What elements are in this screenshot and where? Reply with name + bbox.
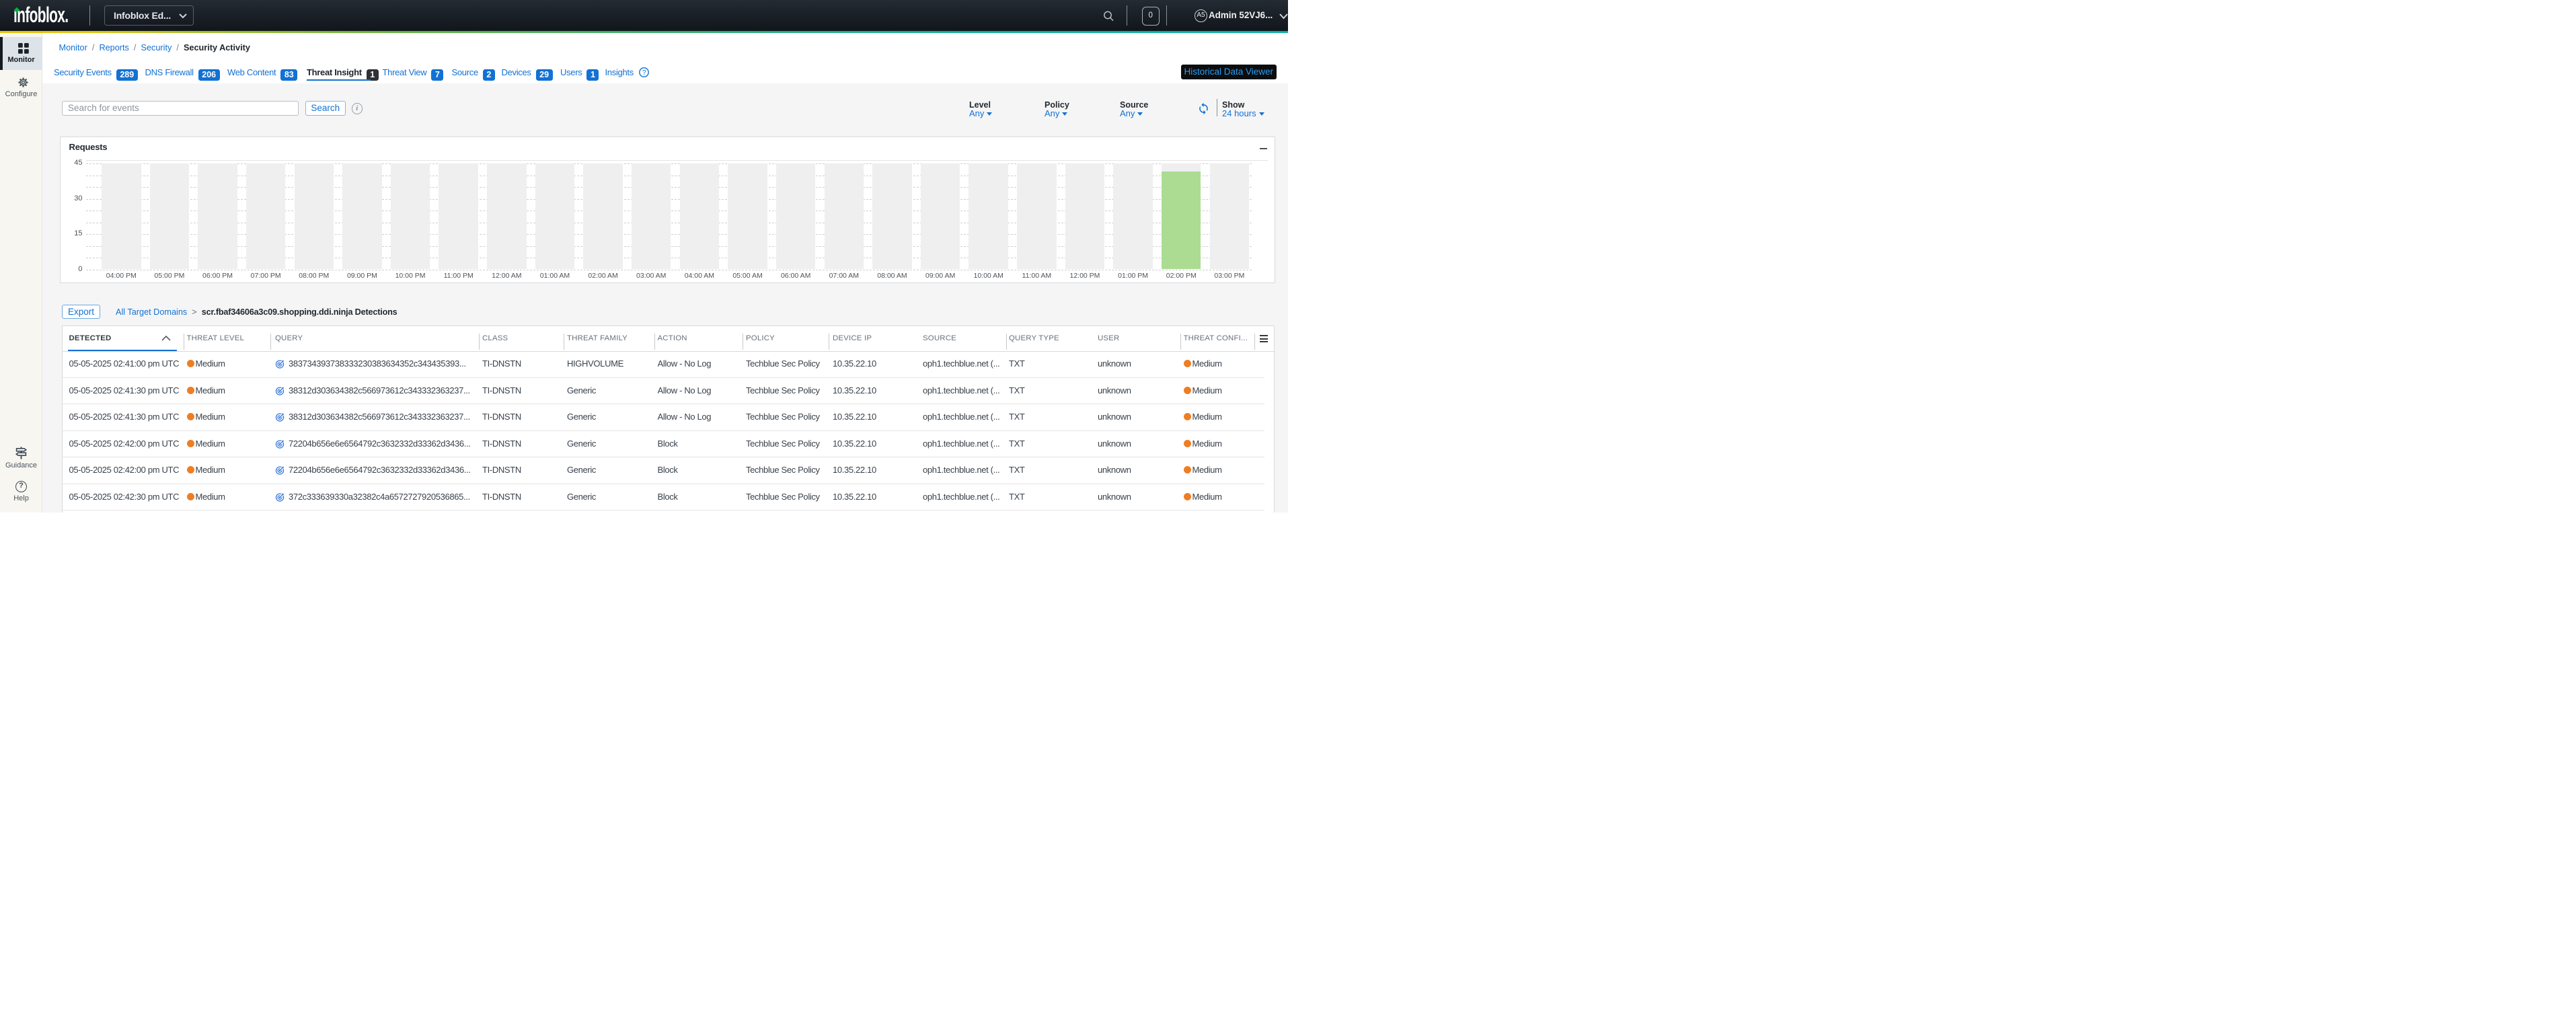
svg-text:?: ? xyxy=(642,69,646,77)
